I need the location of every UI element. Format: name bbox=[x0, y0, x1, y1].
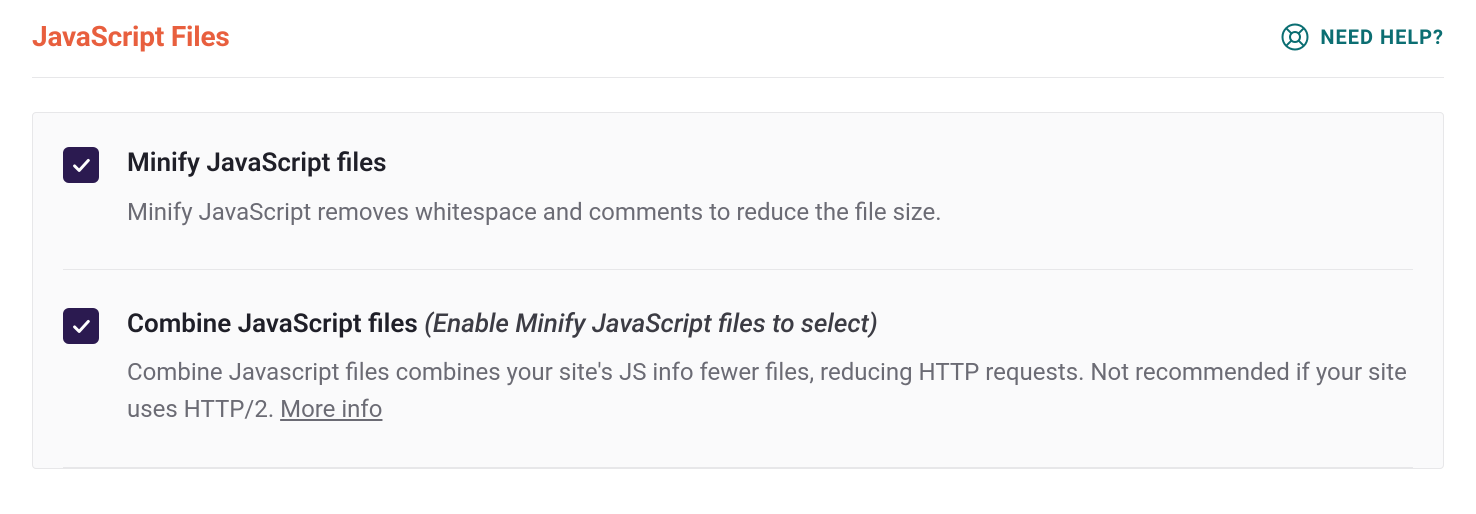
option-text: Minify JavaScript files Minify JavaScrip… bbox=[127, 147, 1413, 231]
option-title: Minify JavaScript files bbox=[127, 147, 1413, 180]
section-title: JavaScript Files bbox=[32, 20, 230, 53]
options-panel: Minify JavaScript files Minify JavaScrip… bbox=[32, 112, 1444, 469]
option-desc: Minify JavaScript removes whitespace and… bbox=[127, 194, 1413, 231]
check-icon bbox=[70, 154, 92, 176]
checkbox-minify-js[interactable] bbox=[63, 147, 99, 183]
option-title-label: Combine JavaScript files bbox=[127, 309, 418, 339]
more-info-link[interactable]: More info bbox=[280, 395, 382, 423]
check-icon bbox=[70, 315, 92, 337]
option-hint: (Enable Minify JavaScript files to selec… bbox=[424, 309, 878, 339]
option-title: Combine JavaScript files (Enable Minify … bbox=[127, 308, 1413, 341]
option-text: Combine JavaScript files (Enable Minify … bbox=[127, 308, 1413, 429]
help-label: NEED HELP? bbox=[1320, 25, 1444, 49]
option-combine-js: Combine JavaScript files (Enable Minify … bbox=[63, 308, 1413, 468]
option-desc: Combine Javascript files combines your s… bbox=[127, 354, 1413, 428]
section-header: JavaScript Files NEED HELP? bbox=[32, 20, 1444, 78]
option-desc-text: Minify JavaScript removes whitespace and… bbox=[127, 198, 942, 226]
help-link[interactable]: NEED HELP? bbox=[1280, 22, 1444, 52]
option-title-label: Minify JavaScript files bbox=[127, 148, 386, 178]
option-minify-js: Minify JavaScript files Minify JavaScrip… bbox=[63, 147, 1413, 270]
lifebuoy-icon bbox=[1280, 22, 1310, 52]
checkbox-combine-js[interactable] bbox=[63, 308, 99, 344]
